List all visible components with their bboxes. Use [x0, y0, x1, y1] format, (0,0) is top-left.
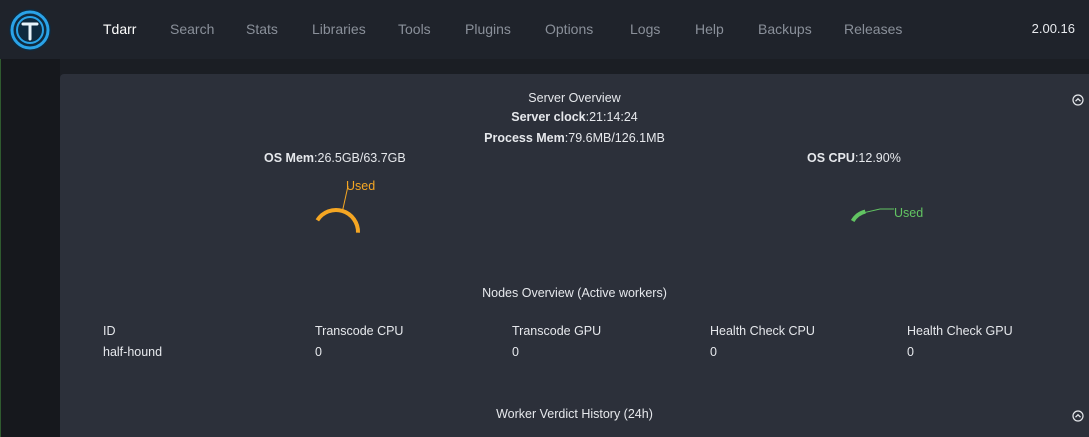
process-mem-label: Process Mem: [484, 131, 565, 145]
os-mem-value: :26.5GB/63.7GB: [314, 151, 406, 165]
node-id[interactable]: half-hound: [103, 345, 162, 359]
main-nav: Tdarr Search Stats Libraries Tools Plugins Opt…: [0, 0, 1089, 59]
server-clock: Server clock:21:14:24: [60, 110, 1089, 124]
nav-item-releases[interactable]: Releases: [844, 21, 902, 37]
panel-gap: [60, 59, 1089, 74]
process-mem-value: :79.6MB/126.1MB: [564, 131, 665, 145]
nav-item-tdarr[interactable]: Tdarr: [103, 21, 136, 37]
node-health-check-cpu: 0: [710, 345, 717, 359]
collapse-icon[interactable]: [1072, 410, 1084, 422]
collapse-icon[interactable]: [1072, 94, 1084, 106]
col-header-id: ID: [103, 324, 116, 338]
process-mem: Process Mem:79.6MB/126.1MB: [60, 131, 1089, 145]
mem-used-label: Used: [346, 179, 376, 193]
cpu-used-label: Used: [894, 206, 924, 220]
worker-verdict-history-title: Worker Verdict History (24h): [496, 407, 653, 421]
os-cpu-value: :12.90%: [854, 151, 901, 165]
nav-item-help[interactable]: Help: [695, 21, 724, 37]
col-header-transcode-gpu: Transcode GPU: [512, 324, 602, 338]
col-header-health-check-gpu: Health Check GPU: [907, 324, 1013, 338]
mem-gauge-arc: [315, 208, 360, 233]
os-cpu: OS CPU:12.90%: [807, 151, 901, 165]
nav-item-tools[interactable]: Tools: [398, 21, 431, 37]
node-transcode-gpu: 0: [512, 345, 519, 359]
nav-item-plugins[interactable]: Plugins: [465, 21, 511, 37]
node-transcode-cpu: 0: [315, 345, 322, 359]
nodes-overview-title: Nodes Overview (Active workers): [482, 286, 667, 300]
nav-item-search[interactable]: Search: [170, 21, 214, 37]
nav-item-backups[interactable]: Backups: [758, 21, 812, 37]
nav-item-stats[interactable]: Stats: [246, 21, 278, 37]
server-overview-title: Server Overview: [528, 91, 621, 105]
nav-item-options[interactable]: Options: [545, 21, 593, 37]
nav-item-libraries[interactable]: Libraries: [312, 21, 366, 37]
os-mem: OS Mem:26.5GB/63.7GB: [264, 151, 406, 165]
os-mem-label: OS Mem: [264, 151, 315, 165]
server-clock-value: :21:14:24: [585, 110, 638, 124]
app-version: 2.00.16: [1031, 21, 1075, 36]
server-overview-panel: Server Overview Server clock:21:14:24 Pr…: [60, 74, 1089, 437]
col-header-health-check-cpu: Health Check CPU: [710, 324, 815, 338]
top-navbar: Tdarr Search Stats Libraries Tools Plugins Opt…: [0, 0, 1089, 59]
nav-item-logs[interactable]: Logs: [630, 21, 660, 37]
node-health-check-gpu: 0: [907, 345, 914, 359]
server-clock-label: Server clock: [511, 110, 586, 124]
left-strip: [0, 59, 60, 437]
os-cpu-label: OS CPU: [807, 151, 855, 165]
col-header-transcode-cpu: Transcode CPU: [315, 324, 404, 338]
